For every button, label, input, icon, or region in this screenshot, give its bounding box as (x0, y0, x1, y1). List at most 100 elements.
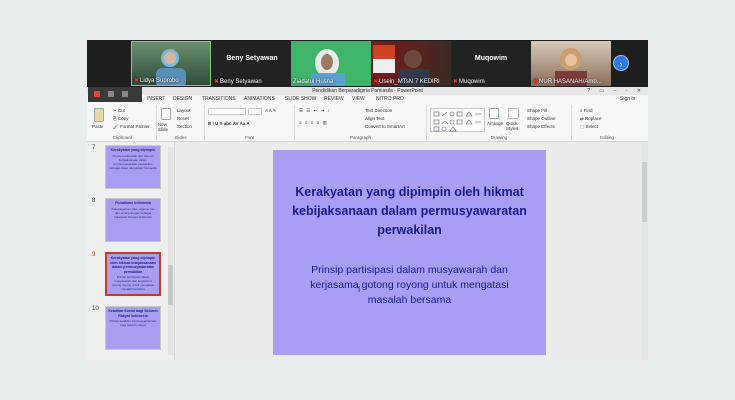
tab-transitions[interactable]: TRANSITIONS (202, 96, 236, 102)
current-slide[interactable]: Kerakyatan yang dipimpin oleh hikmat keb… (273, 150, 546, 355)
pause-icon[interactable] (108, 91, 114, 97)
cut-button[interactable]: ✂ Cut (113, 108, 125, 114)
powerpoint-window: Pendidikan Berparadigma Pancasila - Powe… (87, 87, 648, 360)
participant-name-large: Beny Setyawan (226, 55, 278, 62)
select-button[interactable]: ⬚ Select (580, 124, 598, 130)
video-tile-4[interactable]: ✖Usein_MTsN 7 KEDIRI (371, 41, 451, 86)
mic-muted-icon: ✖ (214, 79, 220, 85)
font-size-select[interactable] (248, 108, 262, 115)
thumbnail-body: Keberagaman suku, agama, ras dan antargo… (111, 206, 155, 219)
section-button[interactable]: Section (177, 124, 192, 129)
reset-button[interactable]: Reset (177, 116, 189, 121)
align-buttons[interactable]: ≡ ≡ ≡ ≡ ▥ (299, 120, 328, 126)
shape-outline-button[interactable]: Shape Outline (527, 116, 556, 121)
thumbnail-scrollbar[interactable] (168, 147, 173, 355)
canvas-scrollbar[interactable] (641, 142, 648, 360)
window-controls[interactable]: ? ▭ – ▫ ✕ (587, 87, 645, 95)
scrollbar-thumb[interactable] (642, 162, 647, 222)
replace-button[interactable]: ⇄ Replace (580, 116, 602, 122)
slide-number: 9 (92, 252, 96, 258)
participant-caption: NUR HASANAH/Amb... (539, 79, 602, 85)
editing-group: ⌕ Find ⇄ Replace ⬚ Select Editing (572, 105, 642, 140)
slide-thumbnail-7[interactable]: Kerakyatan yang dipimpin Prinsip kerakya… (105, 145, 161, 189)
slide-number: 10 (92, 306, 99, 312)
slide-number: 8 (92, 198, 96, 204)
zoom-meeting-window: ✖Lidya Suprobo Beny Setyawan ✖Beny Setya… (87, 40, 648, 360)
tab-slide-show[interactable]: SLIDE SHOW (285, 96, 316, 102)
slide-number: 7 (92, 145, 96, 151)
sign-in-link[interactable]: Sign in (620, 96, 635, 102)
slide-thumbnail-8[interactable]: Pluralisme Indonesia Keberagaman suku, a… (105, 198, 161, 242)
slide-editing-canvas[interactable]: Kerakyatan yang dipimpin oleh hikmat keb… (176, 142, 648, 360)
shapes-gallery[interactable] (430, 108, 485, 132)
clipboard-group: Paste ✂ Cut ⎘ Copy 🖌 Format Painter Clip… (89, 105, 157, 140)
thumbnail-title: Kerakyatan yang dipimpin (110, 148, 156, 152)
arrange-button[interactable]: Arrange (487, 121, 503, 126)
tab-view[interactable]: VIEW (352, 96, 365, 102)
shapes-icon (433, 111, 481, 132)
align-text-button[interactable]: Align Text (365, 116, 384, 121)
mic-muted-icon: ✖ (533, 79, 539, 85)
video-tile-6[interactable]: ✖NUR HASANAH/Amb... (531, 41, 611, 86)
participant-caption: Muqowim (459, 79, 485, 85)
slides-group: New Slide Layout Reset Section Slides (157, 105, 205, 140)
arrange-icon[interactable] (489, 108, 499, 119)
thumbnail-title: Kerakyatan yang dipimpin oleh hikmat keb… (110, 256, 156, 274)
quick-styles-icon[interactable] (508, 108, 519, 119)
video-tile-1[interactable]: ✖Lidya Suprobo (131, 41, 211, 86)
shape-effects-button[interactable]: Shape Effects (527, 124, 555, 129)
tab-animations[interactable]: ANIMATIONS (244, 96, 275, 102)
new-slide-icon[interactable] (161, 108, 171, 120)
tab-insert[interactable]: INSERT (147, 96, 165, 102)
paste-icon[interactable] (94, 108, 104, 122)
smartart-button[interactable]: Convert to SmartArt (365, 124, 405, 129)
record-icon[interactable] (94, 91, 100, 97)
participant-caption: Ziadatul Husna (293, 79, 334, 85)
participant-caption: Lidya Suprobo (140, 78, 179, 84)
group-label: Clipboard (112, 135, 133, 140)
font-group: A A ✎ B I U S abc AV Aa A Font (205, 105, 295, 140)
new-slide-button[interactable]: New Slide (158, 122, 176, 132)
tab-review[interactable]: REVIEW (324, 96, 344, 102)
tab-nitro-pro[interactable]: NITRO PRO (376, 96, 404, 102)
paste-button[interactable]: Paste (92, 124, 104, 129)
video-tile-5[interactable]: Muqowim ✖Muqowim (451, 41, 531, 86)
mic-muted-icon: ✖ (373, 79, 379, 85)
font-format-buttons[interactable]: B I U S abc AV Aa A (208, 121, 250, 126)
stop-icon[interactable] (122, 91, 128, 97)
font-size-buttons[interactable]: A A ✎ (265, 108, 277, 114)
group-label: Drawing (490, 135, 508, 140)
video-tile-3[interactable]: Ziadatul Husna (291, 41, 371, 86)
format-painter-button[interactable]: 🖌 Format Painter (113, 124, 150, 130)
slide-thumbnail-9[interactable]: Kerakyatan yang dipimpin oleh hikmat keb… (105, 252, 161, 296)
mic-muted-icon: ✖ (453, 79, 459, 85)
video-strip: ✖Lidya Suprobo Beny Setyawan ✖Beny Setya… (87, 40, 648, 87)
thumbnail-body: Prinsip keadilan dan kesejahteraan bagi … (109, 319, 157, 327)
text-direction-button[interactable]: Text Direction (365, 108, 392, 113)
mic-muted-icon: ✖ (134, 78, 140, 84)
group-label: Font (244, 135, 254, 140)
scrollbar-thumb[interactable] (168, 265, 173, 305)
slide-thumbnails-pane[interactable]: 7 Kerakyatan yang dipimpin Prinsip kerak… (87, 142, 175, 360)
list-buttons[interactable]: ☰ ☰ ⇤ ⇥ ↕ (299, 108, 331, 114)
find-button[interactable]: ⌕ Find (580, 108, 593, 113)
shape-fill-button[interactable]: Shape Fill (527, 108, 547, 113)
group-label: Editing (600, 135, 614, 140)
thumbnail-body: Prinsip partisipasi dalam musyawarah dan… (111, 275, 155, 291)
slide-title[interactable]: Kerakyatan yang dipimpin oleh hikmat keb… (281, 183, 538, 240)
video-tile-2[interactable]: Beny Setyawan ✖Beny Setyawan (212, 41, 292, 86)
chevron-right-icon[interactable]: › (613, 55, 629, 71)
group-label: Slides (174, 135, 187, 140)
ribbon-tabs: INSERT DESIGN TRANSITIONS ANIMATIONS SLI… (87, 95, 648, 103)
copy-button[interactable]: ⎘ Copy (113, 116, 128, 121)
meeting-controls-overlay[interactable] (88, 87, 142, 102)
slide-body-text[interactable]: Prinsip partisipasi dalam musyawarah dan… (291, 263, 528, 308)
participant-caption: Beny Setyawan (220, 79, 262, 85)
thumbnail-title: Keadilan Sosial bagi Seluruh Rakyat Indo… (108, 309, 158, 318)
slide-thumbnail-10[interactable]: Keadilan Sosial bagi Seluruh Rakyat Indo… (105, 306, 161, 350)
font-name-select[interactable] (208, 108, 246, 115)
participant-name-large: Muqowim (474, 55, 508, 62)
tab-design[interactable]: DESIGN (173, 96, 192, 102)
layout-button[interactable]: Layout (177, 108, 191, 113)
quick-styles-button[interactable]: Quick Styles (506, 121, 524, 131)
